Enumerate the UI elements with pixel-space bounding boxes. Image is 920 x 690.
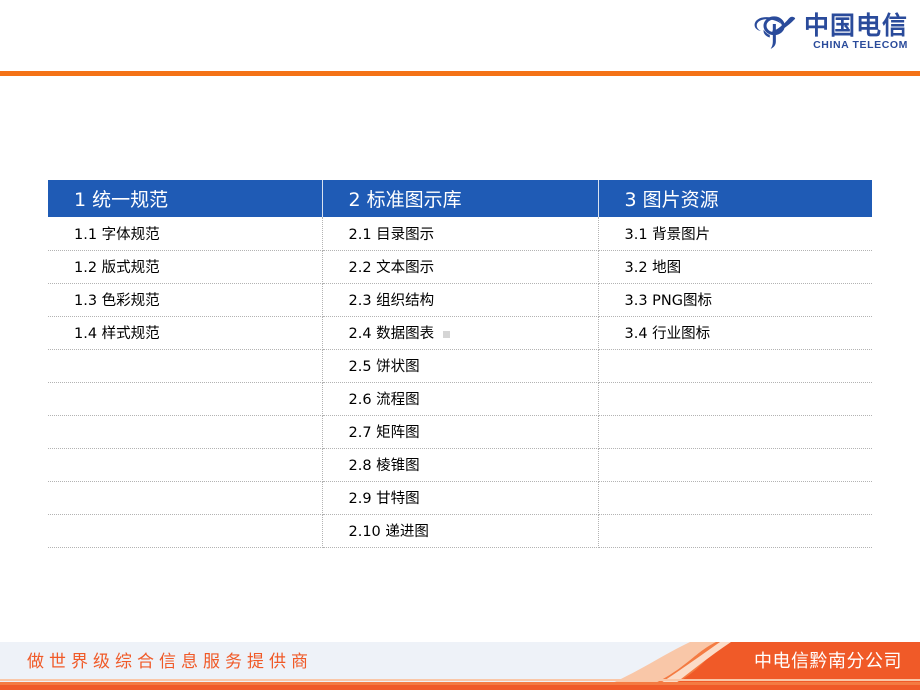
toc-item-empty bbox=[598, 448, 872, 482]
toc-item-empty bbox=[48, 481, 323, 515]
table-row: 2.8 棱锥图 bbox=[48, 448, 872, 482]
toc-item[interactable]: 3.2 地图 bbox=[598, 250, 872, 284]
toc-item[interactable]: 2.10 递进图 bbox=[322, 514, 599, 548]
brand-chinese-name: 中国电信 bbox=[803, 10, 908, 40]
toc-item[interactable]: 2.3 组织结构 bbox=[322, 283, 599, 317]
toc-item[interactable]: 2.7 矩阵图 bbox=[322, 415, 599, 449]
slide-header: 中国电信 CHINA TELECOM bbox=[0, 0, 920, 71]
toc-item-label: 2.4 数据图表 bbox=[348, 326, 435, 342]
cell-marker-icon bbox=[443, 330, 451, 338]
slide-footer: 做世界级综合信息服务提供商 中电信黔南分公司 bbox=[0, 634, 920, 690]
brand-english-name: CHINA TELECOM bbox=[813, 38, 908, 51]
toc-item-empty bbox=[598, 382, 872, 416]
table-row: 2.9 甘特图 bbox=[48, 481, 872, 515]
toc-item-empty bbox=[48, 448, 323, 482]
toc-item-empty bbox=[598, 514, 872, 548]
table-row: 2.6 流程图 bbox=[48, 382, 872, 416]
table-row: 2.7 矩阵图 bbox=[48, 415, 872, 449]
brand-text: 中国电信 CHINA TELECOM bbox=[804, 12, 908, 51]
column-header-3[interactable]: 3 图片资源 bbox=[598, 180, 872, 217]
header-orange-rule bbox=[0, 71, 920, 76]
table-body: 1.1 字体规范 2.1 目录图示 3.1 背景图片 1.2 版式规范 2.2 … bbox=[48, 217, 872, 548]
table-row: 2.5 饼状图 bbox=[48, 349, 872, 383]
table-row: 2.10 递进图 bbox=[48, 514, 872, 548]
toc-item[interactable]: 1.2 版式规范 bbox=[48, 250, 323, 284]
toc-item-empty bbox=[48, 415, 323, 449]
toc-item[interactable]: 3.3 PNG图标 bbox=[598, 283, 872, 317]
toc-item[interactable]: 2.6 流程图 bbox=[322, 382, 599, 416]
footer-slogan: 做世界级综合信息服务提供商 bbox=[27, 652, 313, 672]
toc-item[interactable]: 2.9 甘特图 bbox=[322, 481, 599, 515]
toc-item[interactable]: 2.1 目录图示 bbox=[322, 217, 599, 251]
column-header-1[interactable]: 1 统一规范 bbox=[48, 180, 323, 217]
toc-item[interactable]: 2.4 数据图表 bbox=[322, 316, 599, 350]
table-of-contents: 1 统一规范 2 标准图示库 3 图片资源 1.1 字体规范 2.1 目录图示 … bbox=[48, 180, 872, 548]
china-telecom-logo: 中国电信 CHINA TELECOM bbox=[753, 11, 908, 51]
toc-item-empty bbox=[48, 382, 323, 416]
toc-item-empty bbox=[48, 514, 323, 548]
toc-item-empty bbox=[598, 481, 872, 515]
toc-item[interactable]: 1.1 字体规范 bbox=[48, 217, 323, 251]
toc-item[interactable]: 3.4 行业图标 bbox=[598, 316, 872, 350]
toc-item-empty bbox=[598, 349, 872, 383]
toc-item-empty bbox=[48, 349, 323, 383]
toc-item[interactable]: 3.1 背景图片 bbox=[598, 217, 872, 251]
toc-item[interactable]: 2.2 文本图示 bbox=[322, 250, 599, 284]
china-telecom-mark-icon bbox=[754, 16, 796, 49]
toc-item[interactable]: 1.4 样式规范 bbox=[48, 316, 323, 350]
table-row: 1.4 样式规范 2.4 数据图表 3.4 行业图标 bbox=[48, 316, 872, 350]
table-row: 1.1 字体规范 2.1 目录图示 3.1 背景图片 bbox=[48, 217, 872, 251]
table-row: 1.3 色彩规范 2.3 组织结构 3.3 PNG图标 bbox=[48, 283, 872, 317]
toc-item[interactable]: 1.3 色彩规范 bbox=[48, 283, 323, 317]
toc-item-empty bbox=[598, 415, 872, 449]
table-row: 1.2 版式规范 2.2 文本图示 3.2 地图 bbox=[48, 250, 872, 284]
toc-item[interactable]: 2.8 棱锥图 bbox=[322, 448, 599, 482]
column-header-2[interactable]: 2 标准图示库 bbox=[322, 180, 599, 217]
footer-company-name: 中电信黔南分公司 bbox=[754, 651, 902, 672]
table-header-row: 1 统一规范 2 标准图示库 3 图片资源 bbox=[48, 180, 872, 217]
toc-item[interactable]: 2.5 饼状图 bbox=[322, 349, 599, 383]
